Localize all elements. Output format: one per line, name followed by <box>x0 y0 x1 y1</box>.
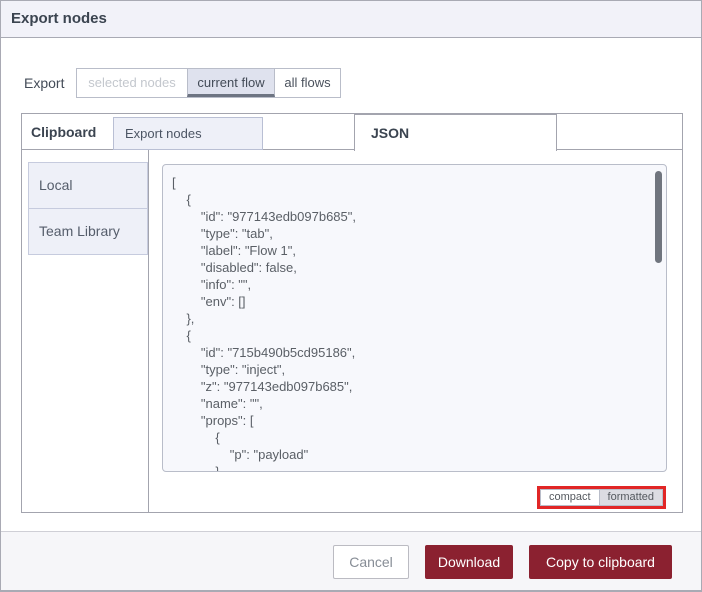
tab-bar: Clipboard Export nodes JSON <box>22 114 682 151</box>
export-scope-label: Export <box>24 75 65 91</box>
dialog-footer: Cancel Download Copy to clipboard <box>1 531 701 590</box>
cancel-button[interactable]: Cancel <box>333 545 409 579</box>
export-panel: Clipboard Export nodes JSON Local Team L… <box>21 113 683 513</box>
library-sidebar: Local Team Library <box>22 150 149 512</box>
json-textarea[interactable]: [ { "id": "977143edb097b685", "type": "t… <box>162 164 667 472</box>
panel-body: Local Team Library [ { "id": "977143edb0… <box>22 150 682 512</box>
json-content: [ { "id": "977143edb097b685", "type": "t… <box>172 175 356 472</box>
scope-all-flows-button[interactable]: all flows <box>275 69 340 97</box>
download-button[interactable]: Download <box>425 545 513 579</box>
sidebar-item-local[interactable]: Local <box>28 162 148 209</box>
json-editor-area: [ { "id": "977143edb097b685", "type": "t… <box>149 150 682 512</box>
formatted-button[interactable]: formatted <box>598 489 663 506</box>
clipboard-section-label: Clipboard <box>31 124 97 140</box>
tab-json[interactable]: JSON <box>354 114 557 151</box>
export-scope-toggle: selected nodes current flow all flows <box>76 68 341 98</box>
scope-current-flow-button[interactable]: current flow <box>187 69 275 97</box>
tab-export-nodes[interactable]: Export nodes <box>113 117 263 150</box>
copy-to-clipboard-button[interactable]: Copy to clipboard <box>529 545 672 579</box>
sidebar-item-team-library[interactable]: Team Library <box>28 208 148 255</box>
format-toggle-highlight: compact formatted <box>536 486 666 509</box>
compact-button[interactable]: compact <box>539 489 600 506</box>
scrollbar-thumb[interactable] <box>655 171 662 263</box>
dialog-title: Export nodes <box>1 1 701 38</box>
scope-selected-nodes-button[interactable]: selected nodes <box>77 69 187 97</box>
export-nodes-dialog: Export nodes Export selected nodes curre… <box>0 0 702 592</box>
